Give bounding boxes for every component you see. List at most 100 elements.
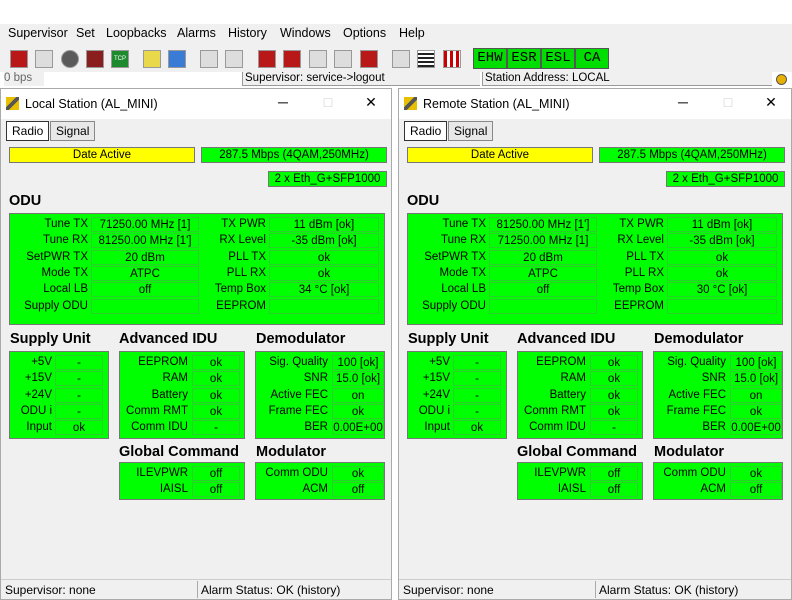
odu-left-value (489, 298, 597, 314)
maximize-button[interactable]: □ (718, 94, 738, 110)
alarm-esr[interactable]: ESR (507, 48, 541, 69)
advanced-idu-panel: EEPROM ok RAM ok Battery ok Comm RMT ok Comm IDU… (119, 351, 245, 439)
maximize-button[interactable]: □ (318, 94, 338, 110)
supply-value: - (453, 355, 501, 370)
red-block-1-icon[interactable] (258, 50, 276, 68)
antenna-icon[interactable] (225, 50, 243, 68)
minimize-button[interactable]: ─ (273, 94, 293, 110)
menu-loopbacks[interactable]: Loopbacks (106, 26, 166, 40)
menu-windows[interactable]: Windows (280, 26, 331, 40)
odu-right-label: RX Level (219, 234, 266, 247)
date-active-badge: Date Active (407, 147, 593, 163)
odu-title: ODU (9, 193, 42, 209)
window-title: Local Station (AL_MINI) (25, 97, 158, 111)
menu-set[interactable]: Set (76, 26, 95, 40)
stop-icon[interactable] (61, 50, 79, 68)
grey-block-1-icon[interactable] (309, 50, 327, 68)
wrench-icon[interactable] (200, 50, 218, 68)
run-icon[interactable] (10, 50, 28, 68)
odu-right-label: EEPROM (216, 299, 266, 312)
menu-alarms[interactable]: Alarms (177, 26, 216, 40)
remote-station-window: Remote Station (AL_MINI) ─ □ ✕ Radio Signal Da… (398, 88, 792, 600)
menu-options[interactable]: Options (343, 26, 386, 40)
odu-left-value: off (489, 282, 597, 298)
close-button[interactable]: ✕ (361, 94, 381, 111)
tab-signal[interactable]: Signal (448, 121, 494, 141)
advanced-idu-label: Comm IDU (131, 421, 188, 434)
modulator-value: ok (730, 466, 782, 481)
odu-right-value: -35 dBm [ok] (667, 233, 777, 249)
odu-left-label: Supply ODU (422, 299, 486, 312)
demodulator-value: on (730, 387, 782, 403)
chart-icon[interactable] (443, 50, 461, 68)
advanced-idu-value: ok (192, 355, 240, 370)
demodulator-label: BER (702, 421, 726, 434)
link-icon[interactable] (168, 50, 186, 68)
demodulator-label: Sig. Quality (269, 356, 328, 368)
date-active-badge: Date Active (9, 147, 195, 163)
disk-icon[interactable] (86, 50, 104, 68)
alarm-ehw[interactable]: EHW (473, 48, 507, 69)
demodulator-label: SNR (303, 372, 328, 385)
status-bar: Supervisor: none Alarm Status: OK (histor… (1, 579, 391, 599)
supply-unit-panel: +5V - +15V - +24V - ODU i - Input ok (9, 351, 109, 439)
odu-left-label: Supply ODU (24, 299, 88, 312)
odu-left-label: Mode TX (439, 266, 486, 279)
tcp-icon[interactable]: TCP (111, 50, 129, 68)
demodulator-label: BER (304, 421, 328, 434)
advanced-idu-label: EEPROM (536, 356, 586, 368)
close-button[interactable]: ✕ (761, 94, 781, 111)
tab-signal[interactable]: Signal (50, 121, 96, 141)
demodulator-label: Active FEC (668, 388, 726, 401)
odu-right-value: 34 °C [ok] (269, 282, 379, 298)
status-supervisor: Supervisor: none (5, 583, 96, 597)
tools-icon[interactable] (35, 50, 53, 68)
advanced-idu-title: Advanced IDU (517, 331, 616, 347)
odu-right-value: 30 °C [ok] (667, 282, 777, 298)
advanced-idu-value: ok (590, 403, 638, 419)
global-command-panel: ILEVPWR off IAISL off (517, 462, 643, 500)
menu-history[interactable]: History (228, 26, 267, 40)
strip-left: 0 bps (4, 72, 44, 86)
menu-bar: Supervisor Set Loopbacks Alarms History … (0, 24, 792, 44)
odu-left-label: Mode TX (41, 266, 88, 279)
supply-value: - (55, 355, 103, 370)
supply-value: - (55, 387, 103, 403)
alarm-ca[interactable]: CA (575, 48, 609, 69)
alarm-esl[interactable]: ESL (541, 48, 575, 69)
supply-label: Input (26, 421, 52, 434)
red-block-2-icon[interactable] (283, 50, 301, 68)
menu-supervisor[interactable]: Supervisor (8, 26, 68, 40)
global-command-label: ILEVPWR (136, 467, 188, 479)
modulator-value: off (730, 482, 782, 498)
grid-icon[interactable] (417, 50, 435, 68)
odu-left-value (91, 298, 199, 314)
app-icon (404, 97, 417, 110)
demodulator-value: ok (730, 403, 782, 419)
status-separator (197, 581, 198, 598)
supply-value: ok (55, 420, 103, 436)
odu-left-value: 20 dBm (489, 249, 597, 265)
supply-label: +24V (422, 388, 450, 401)
tab-radio[interactable]: Radio (404, 121, 448, 141)
red-block-3-icon[interactable] (360, 50, 378, 68)
modulator-value: ok (332, 466, 384, 481)
modulator-label: Comm ODU (265, 467, 328, 479)
grey-block-2-icon[interactable] (334, 50, 352, 68)
ethernet-badge: 2 x Eth_G+SFP1000 (666, 171, 785, 187)
supply-value: ok (453, 420, 501, 436)
minimize-button[interactable]: ─ (673, 94, 693, 110)
hand-icon[interactable] (143, 50, 161, 68)
odu-left-label: Tune RX (43, 234, 88, 247)
supply-value: - (453, 403, 501, 419)
odu-right-label: TX PWR (619, 218, 664, 230)
odu-panel: Tune TX 71250.00 MHz [1] Tune RX 81250.00 M… (9, 213, 385, 325)
window-titlebar: Local Station (AL_MINI) ─ □ ✕ (1, 89, 391, 119)
tab-radio[interactable]: Radio (6, 121, 50, 141)
tune-icon[interactable] (392, 50, 410, 68)
local-station-window: Local Station (AL_MINI) ─ □ ✕ Radio Signal Dat… (0, 88, 392, 600)
global-command-title: Global Command (119, 444, 240, 460)
odu-right-value: -35 dBm [ok] (269, 233, 379, 249)
menu-help[interactable]: Help (399, 26, 425, 40)
odu-left-label: SetPWR TX (26, 250, 88, 263)
